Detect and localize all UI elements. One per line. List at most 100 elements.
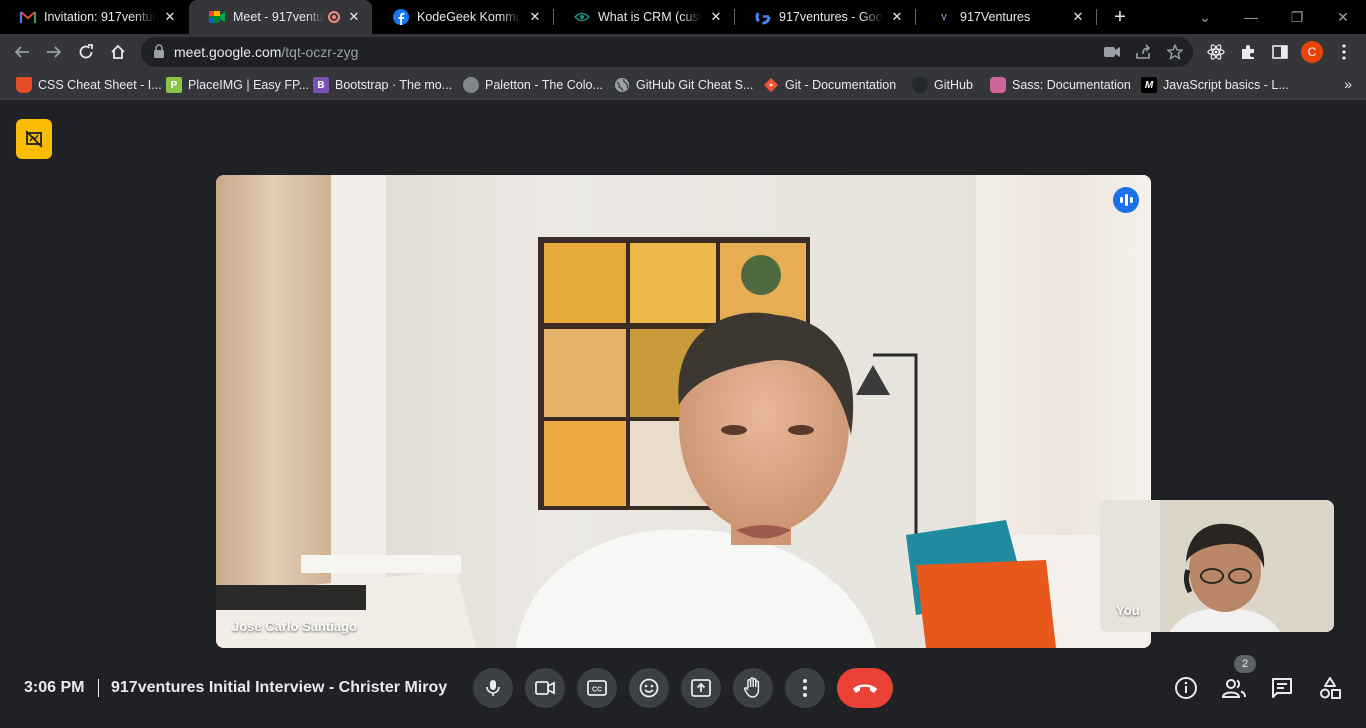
microphone-button[interactable] (473, 668, 513, 708)
sass-icon (990, 77, 1006, 93)
css-icon (16, 77, 32, 93)
activities-button[interactable] (1317, 675, 1343, 701)
tab-kodegeek[interactable]: KodeGeek Kommunity ✕ (373, 0, 553, 34)
raise-hand-button[interactable] (733, 668, 773, 708)
paletton-icon (463, 77, 479, 93)
google-icon (755, 9, 771, 25)
people-button[interactable] (1221, 675, 1247, 701)
back-arrow-icon (14, 46, 29, 58)
v-icon: v (941, 11, 947, 23)
back-button[interactable] (8, 38, 36, 66)
home-button[interactable] (104, 38, 132, 66)
tab-google-search[interactable]: 917ventures - Google ✕ (735, 0, 915, 34)
bookmark-css-cheat-sheet[interactable]: CSS Cheat Sheet - I... (16, 76, 162, 94)
captions-button[interactable]: CC (577, 668, 617, 708)
participant-name: Jose Carlo Santiago (232, 619, 357, 634)
side-panel-icon[interactable] (1270, 42, 1290, 62)
restore-button[interactable]: ❐ (1274, 0, 1320, 34)
tab-title: Invitation: 917ventures (44, 10, 156, 24)
present-screen-icon (691, 679, 711, 697)
globe-icon (614, 77, 630, 93)
self-view-tile[interactable]: You (1100, 500, 1334, 632)
meet-page: Jose Carlo Santiago You 3:06 PM 917ventu… (0, 101, 1366, 728)
share-icon[interactable] (1134, 43, 1152, 61)
react-devtools-icon[interactable] (1206, 42, 1226, 62)
bottom-bar-divider (98, 679, 99, 697)
present-screen-button[interactable] (681, 668, 721, 708)
svg-text:CC: CC (592, 687, 602, 694)
microphone-icon (486, 680, 500, 696)
bootstrap-icon: B (313, 77, 329, 93)
github-icon (912, 77, 928, 93)
forward-button[interactable] (40, 38, 68, 66)
reload-button[interactable] (72, 38, 100, 66)
bookmark-javascript-basics[interactable]: M JavaScript basics - L... (1141, 76, 1289, 94)
close-window-button[interactable]: ✕ (1320, 0, 1366, 34)
new-tab-button[interactable]: + (1108, 5, 1132, 29)
camera-in-use-icon[interactable] (1103, 43, 1121, 61)
reactions-button[interactable] (629, 668, 669, 708)
bookmark-label: JavaScript basics - L... (1163, 78, 1289, 92)
bookmark-star-icon[interactable] (1166, 43, 1184, 61)
tab-search-icon[interactable]: ⌄ (1182, 0, 1228, 34)
close-tab-icon[interactable]: ✕ (708, 9, 724, 25)
info-icon (1175, 677, 1197, 699)
close-tab-icon[interactable]: ✕ (527, 9, 543, 25)
meeting-title[interactable]: 917ventures Initial Interview - Christer… (111, 679, 447, 697)
bookmarks-bar: CSS Cheat Sheet - I... P PlaceIMG | Easy… (0, 70, 1366, 100)
url-text[interactable]: meet.google.com/tqt-oczr-zyg (174, 44, 358, 60)
participant-count-badge: 2 (1234, 655, 1256, 673)
tab-title: KodeGeek Kommunity (417, 10, 521, 24)
bookmark-git-documentation[interactable]: Git - Documentation (763, 76, 896, 94)
more-options-button[interactable] (785, 668, 825, 708)
lock-icon[interactable] (153, 44, 165, 64)
chat-button[interactable] (1269, 675, 1295, 701)
close-tab-icon[interactable]: ✕ (1070, 9, 1086, 25)
browser-menu-icon[interactable] (1334, 42, 1354, 62)
extensions-puzzle-icon[interactable] (1238, 42, 1258, 62)
forward-arrow-icon (47, 46, 62, 58)
tab-title: 917Ventures (960, 10, 1031, 24)
more-vert-icon (803, 679, 807, 697)
speaking-indicator-icon (1113, 187, 1139, 213)
bookmark-bootstrap[interactable]: B Bootstrap · The mo... (313, 76, 452, 94)
tab-crm[interactable]: What is CRM (customer ✕ (554, 0, 734, 34)
close-tab-icon[interactable]: ✕ (162, 9, 178, 25)
bookmark-label: PlaceIMG | Easy FP... (188, 78, 310, 92)
hang-up-icon (853, 684, 877, 693)
tab-917ventures[interactable]: v 917Ventures ✕ (916, 0, 1096, 34)
more-bookmarks-icon[interactable]: » (1344, 76, 1352, 92)
mdn-icon: M (1141, 77, 1157, 93)
profile-avatar[interactable]: C (1301, 41, 1323, 63)
bookmark-label: GitHub (934, 78, 973, 92)
bookmark-label: Bootstrap · The mo... (335, 78, 453, 92)
browser-toolbar: meet.google.com/tqt-oczr-zyg C (0, 34, 1366, 70)
bookmark-label: CSS Cheat Sheet - I... (38, 78, 162, 92)
camera-button[interactable] (525, 668, 565, 708)
bookmark-github[interactable]: GitHub (912, 76, 973, 94)
end-call-button[interactable] (837, 668, 893, 708)
close-tab-icon[interactable]: ✕ (346, 9, 362, 25)
emoji-icon (639, 678, 659, 698)
bookmark-sass-documentation[interactable]: Sass: Documentation (990, 76, 1131, 94)
meeting-details-button[interactable] (1173, 675, 1199, 701)
reload-icon (79, 44, 93, 59)
tab-title: Meet - 917ventures (233, 10, 324, 24)
closed-captions-icon: CC (587, 680, 607, 696)
address-bar[interactable]: meet.google.com/tqt-oczr-zyg (141, 37, 1193, 67)
bookmark-placeimg[interactable]: P PlaceIMG | Easy FP... (166, 76, 309, 94)
tab-meet[interactable]: Meet - 917ventures ✕ (189, 0, 372, 34)
main-video-tile[interactable]: Jose Carlo Santiago (216, 175, 1151, 648)
minimize-button[interactable]: — (1228, 0, 1274, 34)
tab-title: 917ventures - Google (779, 10, 883, 24)
tab-gmail[interactable]: Invitation: 917ventures ✕ (0, 0, 188, 34)
bookmark-label: GitHub Git Cheat S... (636, 78, 754, 92)
home-icon (111, 44, 125, 59)
tab-title: What is CRM (customer (598, 10, 702, 24)
eye-icon (574, 9, 590, 25)
url-path: /tqt-oczr-zyg (281, 44, 359, 60)
bookmark-github-git-cheat-sheet[interactable]: GitHub Git Cheat S... (614, 76, 753, 94)
close-tab-icon[interactable]: ✕ (889, 9, 905, 25)
bookmark-paletton[interactable]: Paletton - The Colo... (463, 76, 603, 94)
video-off-badge[interactable] (16, 119, 52, 159)
